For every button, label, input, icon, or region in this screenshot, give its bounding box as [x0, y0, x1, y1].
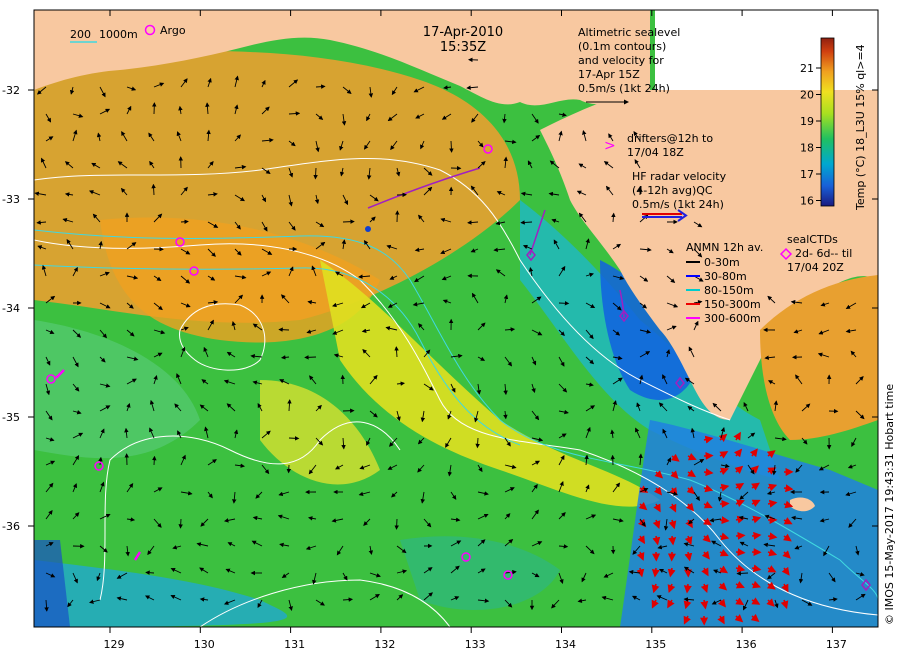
velocity-arrow: [180, 219, 189, 225]
colorbar-tick-label: 17: [800, 168, 814, 181]
hf-radar-arrow: [683, 583, 692, 594]
velocity-arrow: [145, 570, 155, 575]
anmn-legend-label: 150-300m: [704, 298, 761, 311]
argo-legend-label: Argo: [160, 24, 186, 37]
hf-radar-arrow: [735, 548, 746, 557]
hf-radar-arrow: [783, 484, 794, 493]
velocity-arrow: [152, 455, 157, 466]
y-tick-label: -36: [2, 520, 20, 533]
y-tick-label: -35: [2, 411, 20, 424]
y-tick-label: -33: [2, 193, 20, 206]
colorbar-tick-label: 18: [800, 142, 814, 155]
velocity-arrow: [288, 436, 300, 441]
x-tick-label: 132: [374, 638, 395, 651]
colorbar: [820, 37, 835, 207]
x-tick-label: 129: [104, 638, 125, 651]
colorbar-tick-label: 16: [800, 195, 814, 208]
anmn-legend-title: ANMN 12h av.: [686, 241, 763, 254]
drifter-legend-icon: >: [604, 138, 616, 154]
credit-text: © IMOS 15-May-2017 19:43:31 Hobart time: [883, 384, 896, 625]
hf-radar-arrow: [703, 468, 714, 477]
sst-map: 17-Apr-2010 15:35Z 200 1000m Argo Altime…: [2, 9, 896, 651]
colorbar-label: Temp (°C) 18_L3U 15% ql>=4: [854, 44, 867, 211]
hf-radar-arrow: [735, 531, 746, 540]
velocity-arrow: [475, 437, 480, 449]
altimetry-line: Altimetric sealevel: [578, 26, 680, 39]
drifters-line: 17/04 18Z: [627, 146, 684, 159]
mooring-point: [365, 226, 371, 232]
hf-radar-arrow: [719, 499, 730, 508]
hf-radar-arrow: [668, 535, 677, 546]
legend-whitebox: [655, 10, 878, 90]
y-tick-label: -32: [2, 84, 20, 97]
velocity-arrow: [304, 355, 317, 360]
drifters-line: drifters@12h to: [627, 132, 713, 145]
colorbar-tick-label: 21: [800, 62, 814, 75]
anmn-legend-label: 0-30m: [704, 256, 740, 269]
title-date: 17-Apr-2010: [423, 25, 503, 40]
hf-radar-line: 0.5m/s (1kt 24h): [632, 198, 724, 211]
velocity-arrow: [736, 571, 749, 576]
altimetry-line: and velocity for: [578, 54, 664, 67]
x-tick-label: 135: [645, 638, 666, 651]
scale-label-200: 200: [70, 28, 91, 41]
colorbar-tick-label: 19: [800, 115, 814, 128]
sealctd-line: 17/04 20Z: [787, 261, 844, 274]
velocity-arrow: [178, 518, 183, 529]
altimetry-line: (0.1m contours): [578, 40, 666, 53]
anmn-legend-label: 80-150m: [704, 284, 754, 297]
x-tick-label: 130: [194, 638, 215, 651]
hf-radar-line: HF radar velocity: [632, 170, 727, 183]
anmn-legend-label: 30-80m: [704, 270, 747, 283]
velocity-arrow: [342, 219, 355, 224]
x-tick-label: 133: [465, 638, 486, 651]
x-tick-label: 136: [736, 638, 757, 651]
velocity-arrow: [313, 167, 318, 180]
colorbar-tick-label: 20: [800, 89, 814, 102]
sealctd-title: sealCTDs: [787, 233, 838, 246]
velocity-arrow: [278, 327, 290, 332]
hf-radar-line: (4-12h avg)QC: [632, 184, 713, 197]
y-tick-label: -34: [2, 302, 20, 315]
altimetry-line: 17-Apr 15Z: [578, 68, 640, 81]
sealctd-line: 2d- 6d-- til: [795, 247, 852, 260]
hf-radar-arrow: [651, 567, 660, 578]
x-tick-label: 137: [826, 638, 847, 651]
x-tick-label: 134: [555, 638, 576, 651]
velocity-arrow: [449, 140, 454, 153]
title-time: 15:35Z: [440, 40, 486, 55]
velocity-arrow: [315, 84, 326, 89]
anmn-legend-label: 300-600m: [704, 312, 761, 325]
altimetry-line: 0.5m/s (1kt 24h): [578, 82, 670, 95]
velocity-arrow: [151, 183, 156, 196]
velocity-arrow: [394, 518, 399, 530]
x-tick-label: 131: [284, 638, 305, 651]
hf-radar-arrow: [719, 516, 730, 525]
scale-label-1000m: 1000m: [99, 28, 138, 41]
hf-radar-arrow: [751, 531, 762, 540]
